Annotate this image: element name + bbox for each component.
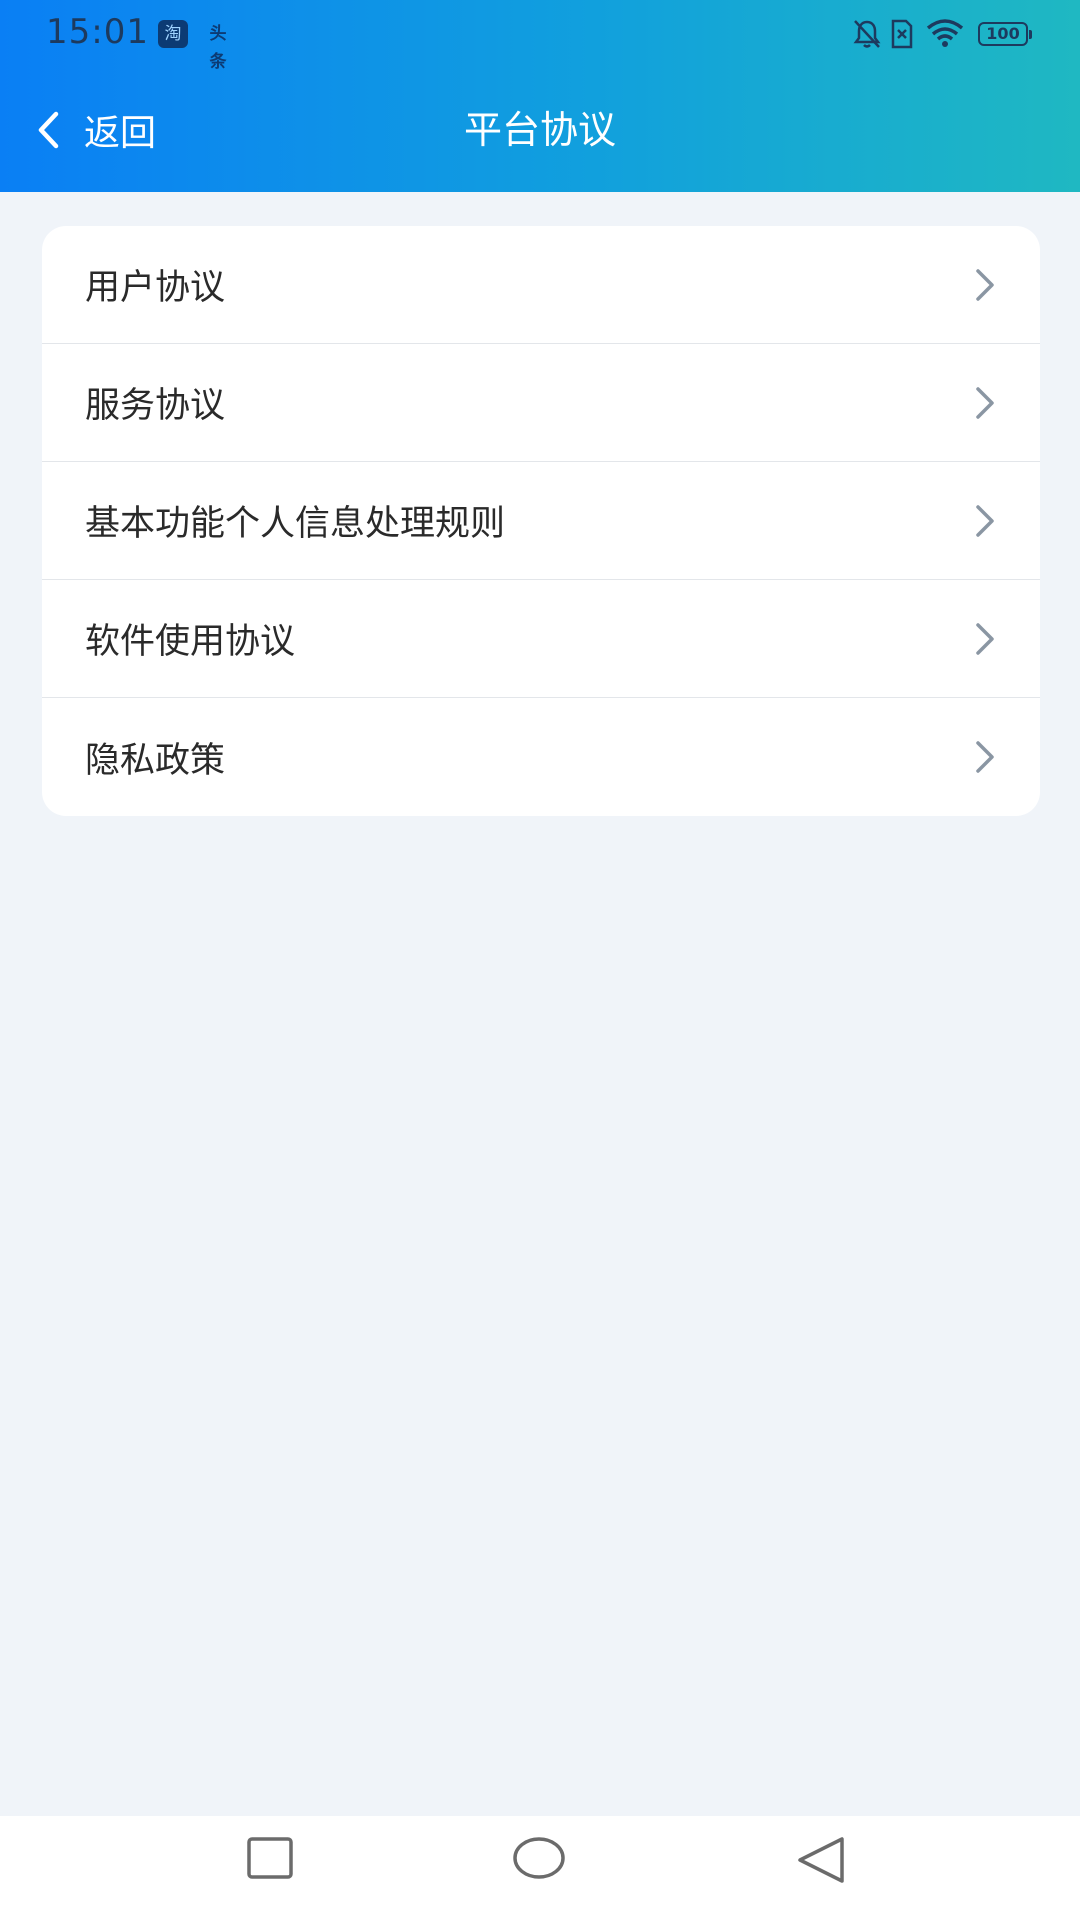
list-item-service-agreement[interactable]: 服务协议 [42,344,1040,462]
list-item-personal-info-rules[interactable]: 基本功能个人信息处理规则 [42,462,1040,580]
wifi-icon [926,19,964,47]
chevron-right-icon [976,622,994,655]
list-item-label: 基本功能个人信息处理规则 [85,504,506,544]
list-item-user-agreement[interactable]: 用户协议 [42,226,1040,344]
status-bar: 15:01 淘 头条 100 [0,0,1080,72]
chevron-right-icon [976,386,994,419]
list-item-label: 隐私政策 [85,740,226,781]
home-icon[interactable] [512,1836,566,1880]
list-item-privacy-policy[interactable]: 隐私政策 [42,698,1040,816]
sim-off-icon [891,19,913,49]
list-item-label: 用户协议 [85,268,226,308]
battery-icon: 100 [978,22,1032,46]
app-header: 15:01 淘 头条 100 返回 平台协议 [0,0,1080,192]
chevron-right-icon [976,504,994,537]
chevron-right-icon [976,741,994,773]
status-time: 15:01 [46,12,149,52]
toutiao-icon: 头条 [209,24,227,72]
list-item-label: 软件使用协议 [85,622,296,662]
list-item-software-agreement[interactable]: 软件使用协议 [42,580,1040,698]
page-title: 平台协议 [463,108,616,152]
chevron-right-icon [976,268,994,301]
back-triangle-icon[interactable] [796,1836,846,1884]
list-item-label: 服务协议 [85,386,226,426]
taobao-icon: 淘 [158,20,188,48]
system-navigation-bar [0,1816,1080,1920]
agreement-list: 用户协议 服务协议 基本功能个人信息处理规则 软件使用协议 隐私政策 [42,226,1040,816]
bell-off-icon [853,20,881,48]
recent-apps-icon[interactable] [246,1836,294,1880]
